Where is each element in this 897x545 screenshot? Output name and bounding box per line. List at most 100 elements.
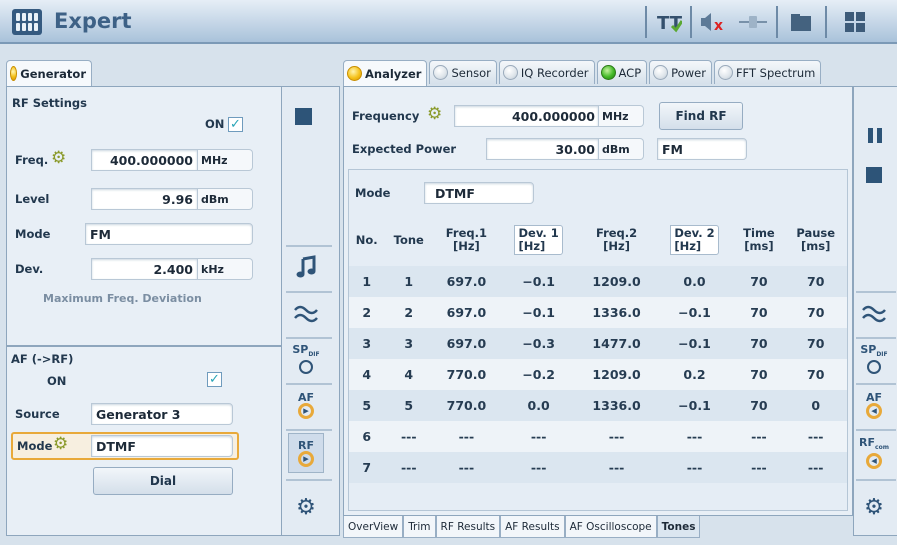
- af-mode-gear-icon[interactable]: ⚙: [53, 436, 68, 453]
- column-header: Freq.1 [Hz]: [433, 214, 500, 266]
- tab-iq-recorder[interactable]: IQ Recorder: [498, 60, 595, 84]
- stop-icon[interactable]: [866, 167, 882, 183]
- generator-status-led: [10, 66, 18, 81]
- sp-label: SP: [292, 342, 309, 356]
- freq-input[interactable]: 400.000000: [91, 149, 198, 171]
- tones-mode-label: Mode: [355, 186, 391, 200]
- bottom-tab-rf-results[interactable]: RF Results: [435, 516, 501, 538]
- rf-on-checkbox[interactable]: ✓: [228, 117, 243, 132]
- tab-fft-spectrum[interactable]: FFT Spectrum: [713, 60, 822, 84]
- table-cell: 3: [384, 328, 434, 359]
- sp-dif-icon[interactable]: SPDIF: [288, 339, 324, 379]
- music-note-icon[interactable]: [288, 247, 324, 287]
- table-cell: ---: [499, 421, 578, 452]
- column-header[interactable]: Dev. 2 [Hz]: [655, 214, 734, 266]
- pause-icon[interactable]: [868, 128, 873, 143]
- table-row[interactable]: 5 5 770.0 0.0 1336.0 −0.1 70 0: [349, 390, 847, 421]
- ttl-status-icon[interactable]: TT: [654, 8, 684, 36]
- table-row[interactable]: 7 --- --- --- --- --- --- ---: [349, 452, 847, 483]
- table-cell: 4: [349, 359, 385, 390]
- af-analyzer-icon[interactable]: AF ◂: [856, 385, 892, 425]
- divider: [856, 479, 896, 481]
- layout-icon[interactable]: [836, 8, 876, 36]
- table-cell: 4: [384, 359, 434, 390]
- frequency-unit[interactable]: MHz: [599, 105, 644, 127]
- settings-gears-icon[interactable]: ⚙: [288, 487, 324, 527]
- tones-mode-select[interactable]: DTMF: [424, 182, 534, 204]
- svg-text:x: x: [714, 18, 723, 33]
- af-mode-select[interactable]: DTMF: [91, 435, 233, 457]
- column-header[interactable]: Dev. 1 [Hz]: [499, 214, 578, 266]
- table-cell: 70: [733, 359, 785, 390]
- level-input[interactable]: 9.96: [91, 188, 198, 210]
- status-led: [653, 65, 669, 80]
- table-row[interactable]: 4 4 770.0 −0.2 1209.0 0.2 70 70: [349, 359, 847, 390]
- rf-com-icon[interactable]: RFcom ◂: [856, 433, 892, 473]
- settings-gears-icon[interactable]: ⚙: [856, 487, 892, 527]
- bottom-tab-tones[interactable]: Tones: [656, 516, 701, 538]
- level-unit[interactable]: dBm: [198, 188, 253, 210]
- table-cell: ---: [384, 421, 434, 452]
- demod-select[interactable]: FM: [657, 138, 747, 160]
- find-rf-button[interactable]: Find RF: [659, 102, 743, 130]
- table-cell: −0.1: [499, 266, 578, 297]
- folder-icon[interactable]: [786, 8, 816, 36]
- bottom-tab-af-oscilloscope[interactable]: AF Oscilloscope: [564, 516, 657, 538]
- freq-gear-icon[interactable]: ⚙: [51, 150, 66, 167]
- bottom-tab-af-results[interactable]: AF Results: [500, 516, 565, 538]
- divider: [825, 6, 827, 38]
- frequency-input[interactable]: 400.000000: [454, 105, 599, 127]
- dial-button[interactable]: Dial: [93, 467, 233, 495]
- tab-generator[interactable]: Generator: [6, 60, 92, 86]
- expected-power-input[interactable]: 30.00: [486, 138, 599, 160]
- tab-acp[interactable]: ACP: [596, 60, 648, 84]
- source-select[interactable]: Generator 3: [91, 403, 233, 425]
- mode-select[interactable]: FM: [85, 223, 253, 245]
- af-on-checkbox[interactable]: ✓: [207, 372, 222, 387]
- divider: [776, 6, 778, 38]
- expected-power-unit[interactable]: dBm: [599, 138, 644, 160]
- slider-icon[interactable]: [736, 8, 770, 36]
- table-cell: 1: [349, 266, 385, 297]
- bottom-tab-overview[interactable]: OverView: [343, 516, 404, 538]
- stop-icon[interactable]: [295, 108, 312, 125]
- dev-label: Dev.: [15, 262, 44, 276]
- table-row[interactable]: 6 --- --- --- --- --- --- ---: [349, 421, 847, 452]
- table-cell: 70: [784, 328, 847, 359]
- freq-unit[interactable]: MHz: [198, 149, 253, 171]
- table-cell: 5: [349, 390, 385, 421]
- filter-wave-icon[interactable]: [856, 293, 892, 333]
- frequency-gear-icon[interactable]: ⚙: [427, 106, 442, 123]
- table-cell: −0.1: [499, 297, 578, 328]
- table-row[interactable]: 2 2 697.0 −0.1 1336.0 −0.1 70 70: [349, 297, 847, 328]
- table-cell: 0: [784, 390, 847, 421]
- table-cell: 70: [784, 359, 847, 390]
- tab-sensor[interactable]: Sensor: [429, 60, 497, 84]
- bottom-tab-trim[interactable]: Trim: [403, 516, 436, 538]
- af-generator-icon[interactable]: AF ▸: [288, 385, 324, 425]
- expected-power-label: Expected Power: [352, 142, 457, 156]
- af-on-label: ON: [47, 374, 67, 388]
- table-cell: ---: [577, 452, 656, 483]
- rf-settings-label: RF Settings: [12, 96, 87, 110]
- dev-unit[interactable]: kHz: [198, 258, 253, 280]
- table-cell: 70: [733, 328, 785, 359]
- table-cell: 70: [733, 266, 785, 297]
- sp-label: SP: [860, 342, 877, 356]
- table-row[interactable]: 1 1 697.0 −0.1 1209.0 0.0 70 70: [349, 266, 847, 297]
- sp-dif-icon[interactable]: SPDIF: [856, 339, 892, 379]
- filter-wave-icon[interactable]: [288, 293, 324, 333]
- table-cell: 0.2: [655, 359, 734, 390]
- table-cell: 2: [349, 297, 385, 328]
- tab-analyzer[interactable]: Analyzer: [343, 60, 428, 86]
- mute-speaker-icon[interactable]: x: [698, 8, 732, 36]
- table-cell: 697.0: [433, 328, 500, 359]
- rf-generator-icon[interactable]: RF ▸: [288, 433, 324, 473]
- tab-power[interactable]: Power: [649, 60, 712, 84]
- table-cell: 1209.0: [577, 266, 656, 297]
- table-row[interactable]: 3 3 697.0 −0.3 1477.0 −0.1 70 70: [349, 328, 847, 359]
- freq-label: Freq.: [15, 153, 49, 167]
- dev-input[interactable]: 2.400: [91, 258, 198, 280]
- apps-grid-icon[interactable]: [12, 9, 42, 35]
- rf-on-label: ON: [205, 117, 225, 131]
